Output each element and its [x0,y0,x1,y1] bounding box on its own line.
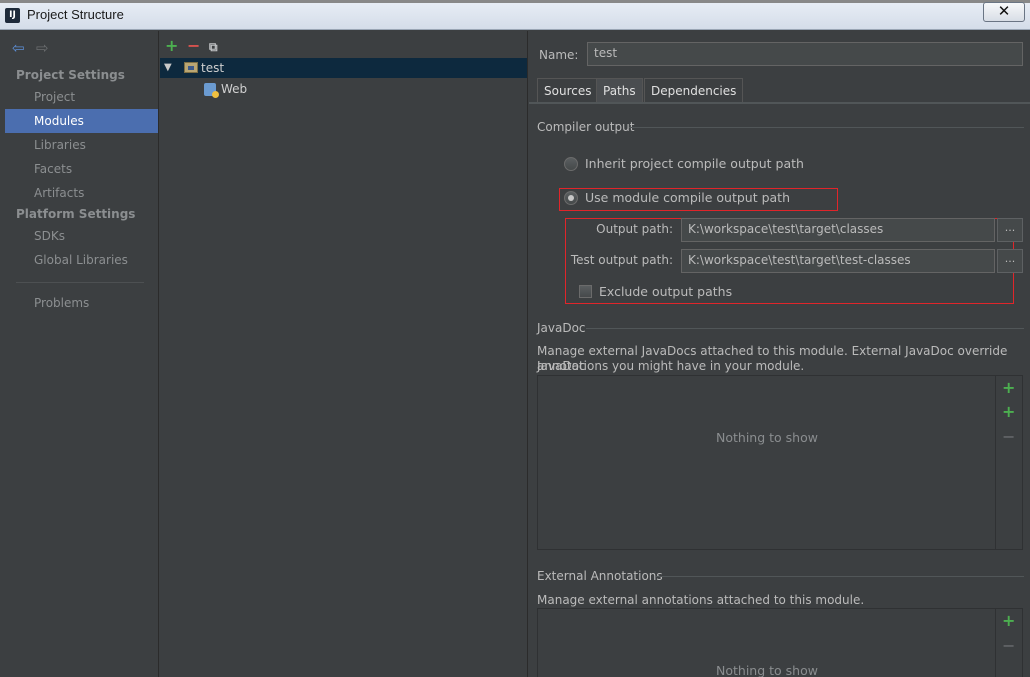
module-name-input[interactable]: test [587,42,1023,66]
javadoc-list[interactable]: Nothing to show + + − [537,375,1023,550]
tree-node-web[interactable]: Web [160,79,527,99]
module-settings-panel: Name: test Sources Paths Dependencies Co… [529,31,1030,677]
external-annotations-description: Manage external annotations attached to … [537,593,865,607]
name-label: Name: [539,48,579,62]
test-output-path-label: Test output path: [570,253,673,267]
expand-arrow-icon[interactable]: ▼ [164,58,172,78]
sidebar-item-artifacts[interactable]: Artifacts [5,181,158,205]
add-javadoc-icon[interactable]: + [1002,378,1015,397]
project-settings-header: Project Settings [16,68,125,82]
module-tree-panel: + − ⧉ ▼ test Web [160,31,528,677]
copy-icon[interactable]: ⧉ [209,40,231,55]
sidebar-item-problems[interactable]: Problems [5,291,158,315]
platform-settings-header: Platform Settings [16,207,136,221]
output-path-browse-button[interactable]: ... [997,218,1023,242]
inherit-radio-label[interactable]: Inherit project compile output path [585,156,804,171]
sidebar-item-libraries[interactable]: Libraries [5,133,158,157]
back-arrow-icon[interactable]: ⇦ [12,39,30,57]
forward-arrow-icon[interactable]: ⇨ [36,39,54,57]
use-module-radio[interactable] [564,191,578,205]
output-path-input[interactable]: K:\workspace\test\target\classes [681,218,995,242]
add-javadoc-url-icon[interactable]: + [1002,402,1015,421]
tab-sources[interactable]: Sources [537,78,599,103]
exclude-output-paths-checkbox[interactable] [579,285,592,298]
test-output-path-browse-button[interactable]: ... [997,249,1023,273]
tree-node-label: Web [221,82,248,96]
test-output-path-input[interactable]: K:\workspace\test\target\test-classes [681,249,995,273]
javadoc-title: JavaDoc [537,321,586,335]
tab-dependencies[interactable]: Dependencies [644,78,744,103]
sidebar-item-facets[interactable]: Facets [5,157,158,181]
exclude-output-paths-label[interactable]: Exclude output paths [599,284,732,299]
sidebar-item-sdks[interactable]: SDKs [5,224,158,248]
sidebar-divider [16,282,144,283]
sidebar-item-global-libraries[interactable]: Global Libraries [5,248,158,272]
javadoc-separator [586,328,1024,329]
javadoc-list-actions: + + − [995,376,1022,549]
sidebar-item-modules[interactable]: Modules [5,109,158,133]
tree-node-label: test [201,61,225,75]
menu-strip [0,0,1030,3]
external-annotations-list-actions: + − [995,609,1022,677]
remove-javadoc-icon[interactable]: − [1002,427,1015,446]
web-facet-icon [204,83,219,98]
external-annotations-separator [656,576,1024,577]
intellij-app-icon: IJ [5,8,20,23]
close-button[interactable]: ✕ [983,2,1025,22]
compiler-output-separator [629,127,1024,128]
javadoc-empty-text: Nothing to show [716,430,818,445]
add-annotation-icon[interactable]: + [1002,611,1015,630]
add-icon[interactable]: + [165,36,187,55]
output-path-label: Output path: [596,222,673,236]
tree-toolbar: + − ⧉ [165,36,231,55]
window-title: Project Structure [27,7,124,22]
navigation-arrows: ⇦ ⇨ [12,39,54,57]
inherit-radio[interactable] [564,157,578,171]
tree-node-test[interactable]: ▼ test [160,58,527,78]
javadoc-description-line2: annotations you might have in your modul… [537,359,805,373]
remove-annotation-icon[interactable]: − [1002,636,1015,655]
sidebar-item-project[interactable]: Project [5,85,158,109]
external-annotations-empty-text: Nothing to show [716,663,818,677]
settings-sidebar: ⇦ ⇨ Project Settings Project Modules Libr… [5,31,159,677]
external-annotations-list[interactable]: Nothing to show + − [537,608,1023,677]
tab-underline [529,102,1030,104]
tab-paths[interactable]: Paths [596,78,643,103]
use-module-radio-label[interactable]: Use module compile output path [585,190,790,205]
module-folder-icon [184,62,198,73]
compiler-output-title: Compiler output [537,120,635,134]
external-annotations-title: External Annotations [537,569,663,583]
remove-icon[interactable]: − [187,36,209,55]
title-bar: IJ Project Structure ✕ [0,0,1030,30]
